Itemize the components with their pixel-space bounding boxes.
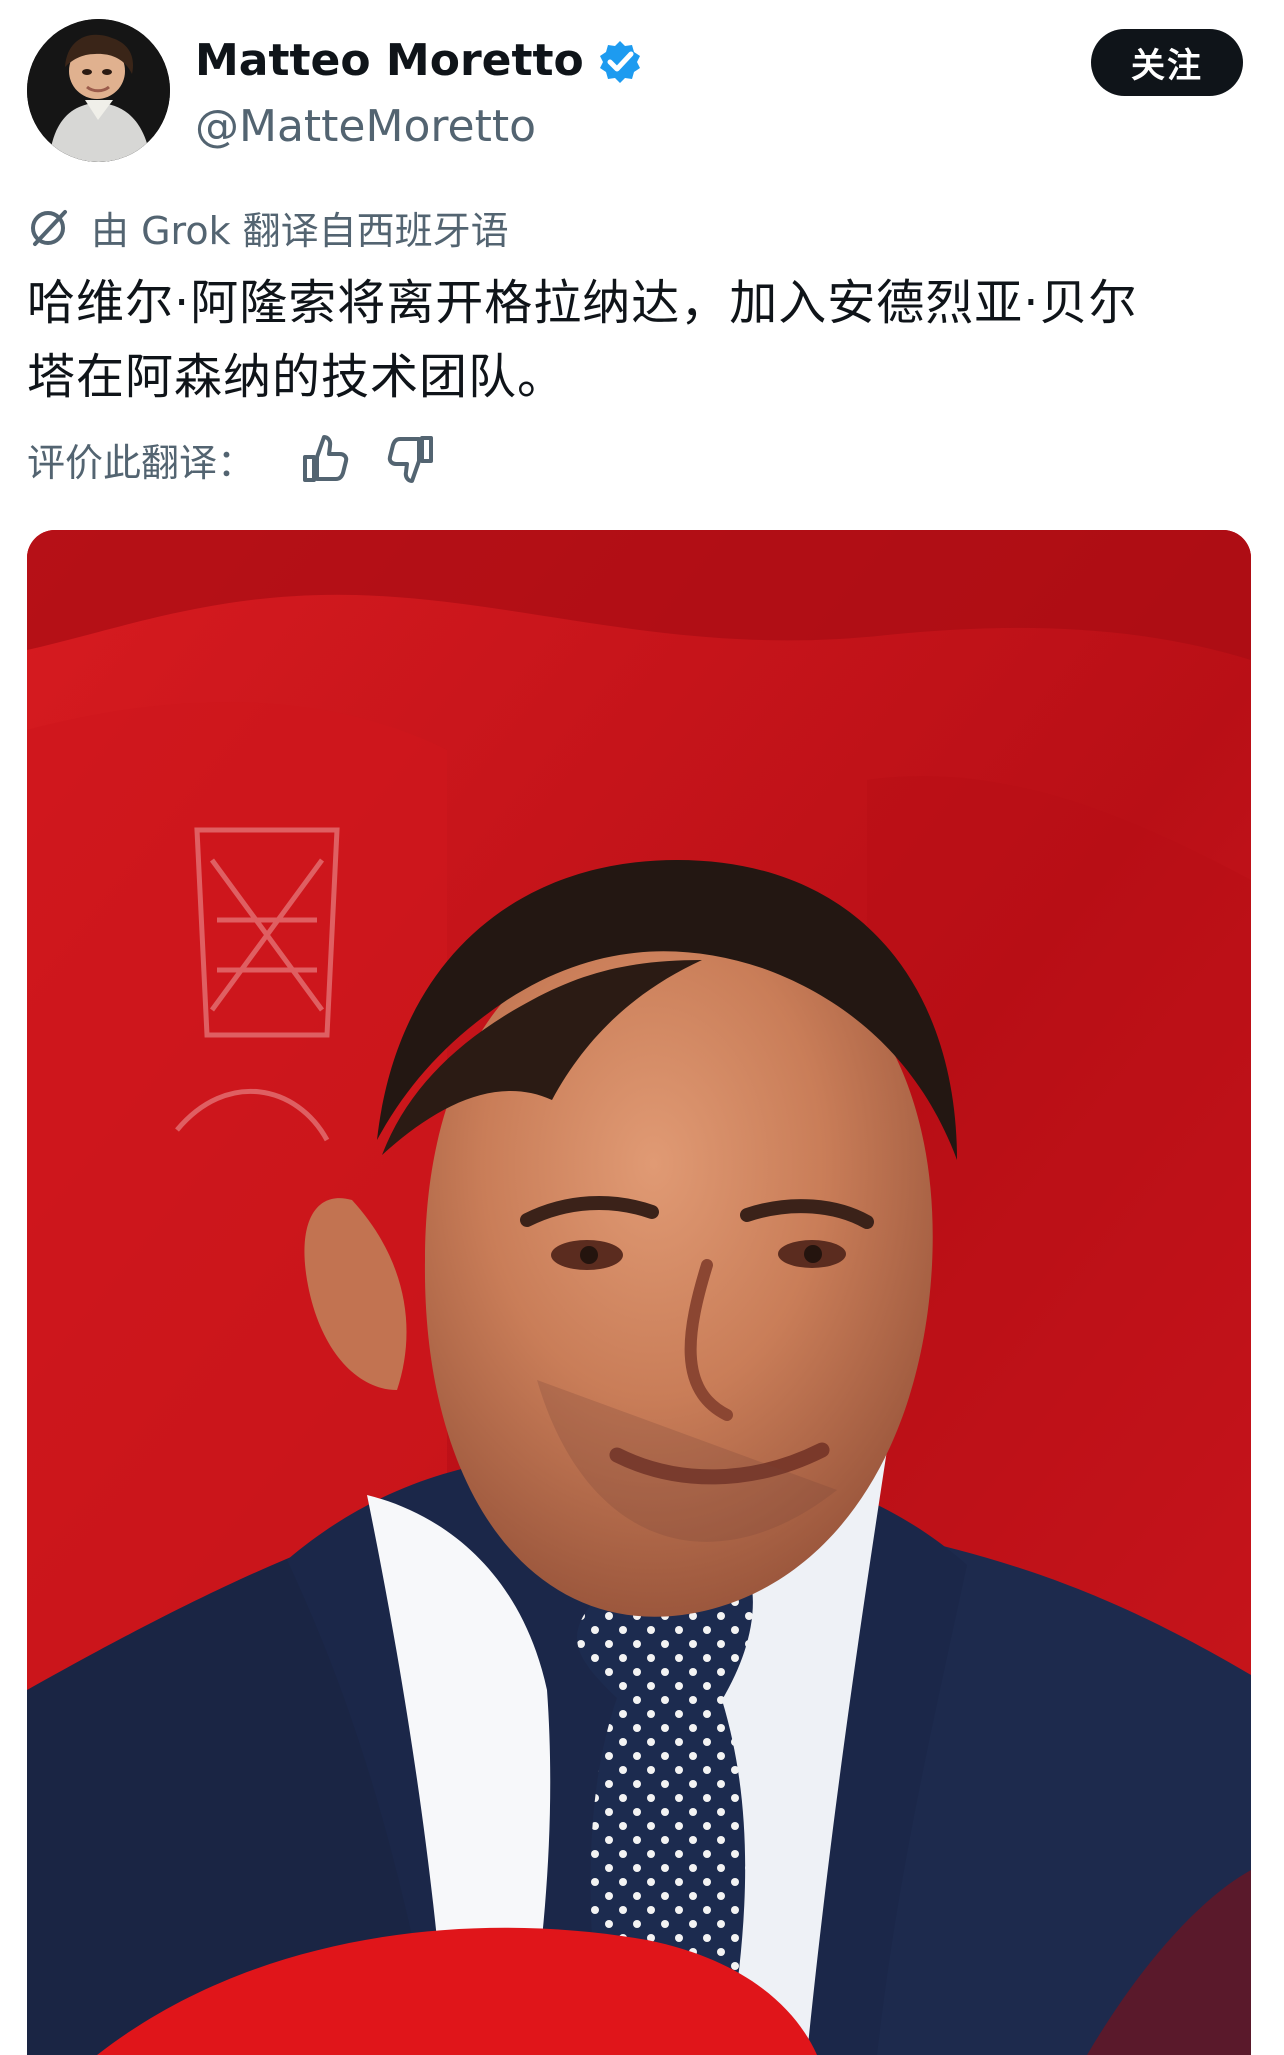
- translation-note-text: 由 Grok 翻译自西班牙语: [91, 208, 509, 253]
- tweet-photo[interactable]: [27, 530, 1251, 2055]
- thumbs-down-icon[interactable]: [385, 432, 439, 486]
- tweet-text-line: 塔在阿森纳的技术团队。: [27, 349, 567, 405]
- thumbs-up-icon[interactable]: [297, 432, 351, 486]
- avatar[interactable]: [27, 19, 170, 162]
- tweet-page: Matteo Moretto @MatteMoretto 关注 由 Grok 翻…: [0, 0, 1284, 2055]
- follow-button[interactable]: 关注: [1091, 29, 1243, 96]
- author-info: Matteo Moretto @MatteMoretto: [195, 31, 1015, 155]
- translation-note: 由 Grok 翻译自西班牙语: [27, 201, 509, 253]
- profile-photo: [27, 19, 170, 162]
- author-handle[interactable]: @MatteMoretto: [195, 99, 1015, 155]
- translation-rating: 评价此翻译：: [27, 432, 473, 486]
- rating-label: 评价此翻译：: [27, 440, 256, 485]
- tweet-text-line: 哈维尔·阿隆索将离开格拉纳达，加入安德烈亚·贝尔: [27, 275, 1138, 331]
- display-name-row: Matteo Moretto: [195, 31, 1015, 91]
- verified-badge-icon: [598, 39, 642, 83]
- photo-icon: [27, 530, 1251, 2055]
- tweet-text: 哈维尔·阿隆索将离开格拉纳达，加入安德烈亚·贝尔 塔在阿森纳的技术团队。: [27, 266, 1257, 414]
- display-name[interactable]: Matteo Moretto: [195, 31, 584, 91]
- post-header: Matteo Moretto @MatteMoretto 关注: [0, 0, 1284, 180]
- grok-translation-icon: [27, 204, 73, 250]
